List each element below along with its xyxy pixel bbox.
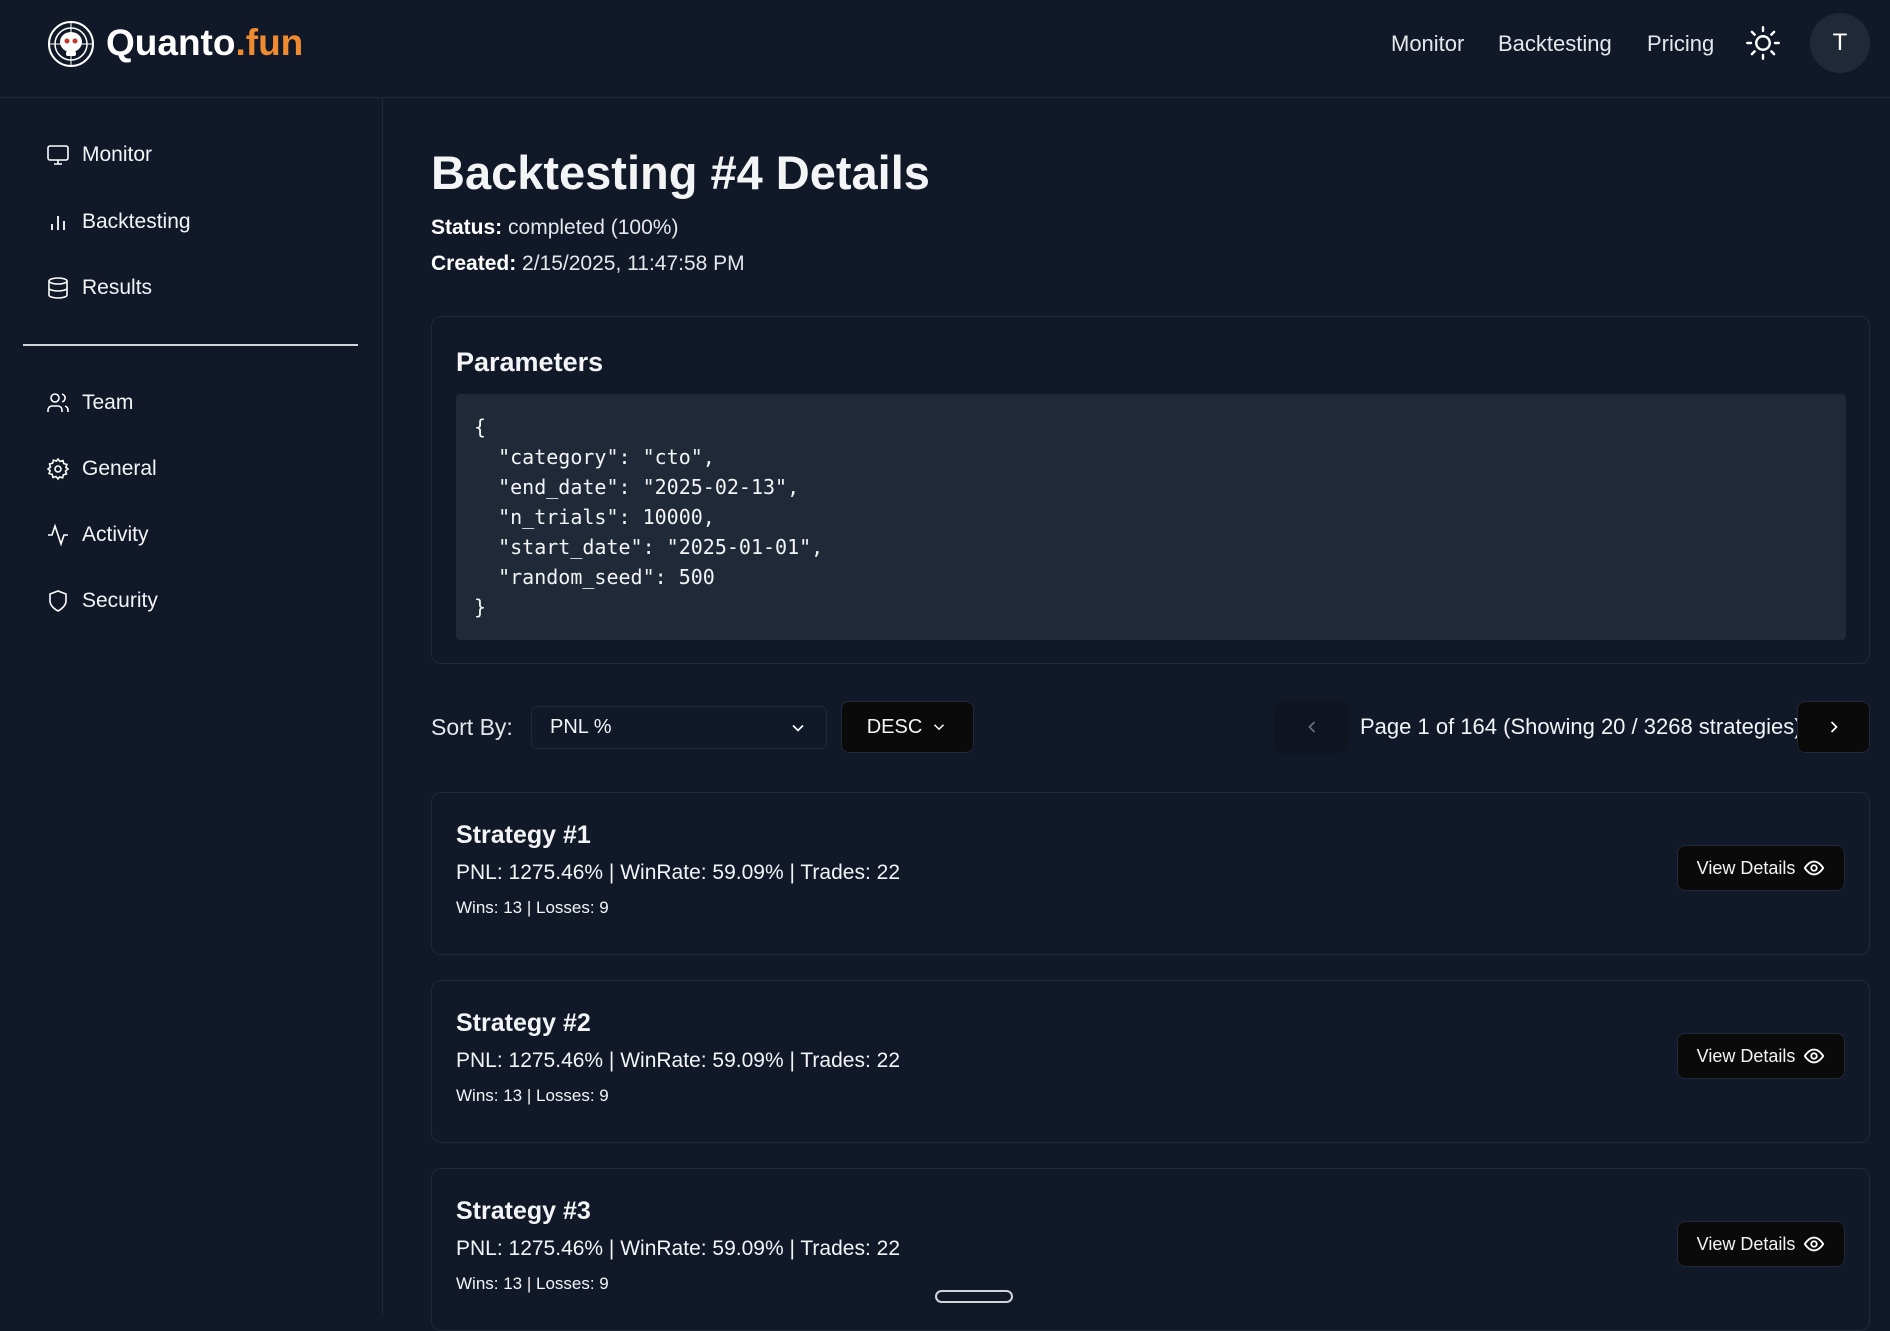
top-header: Quanto.fun Monitor Backtesting Pricing T <box>0 0 1890 98</box>
view-details-label: View Details <box>1696 1045 1796 1066</box>
created-line: Created: 2/15/2025, 11:47:58 PM <box>431 252 745 276</box>
eye-icon <box>1804 1048 1825 1064</box>
pagination-text: Page 1 of 164 (Showing 20 / 3268 strateg… <box>1360 714 1802 739</box>
parameters-card: Parameters { "category": "cto", "end_dat… <box>431 316 1870 664</box>
page-title: Backtesting #4 Details <box>431 146 930 199</box>
user-avatar[interactable]: T <box>1810 13 1870 73</box>
status-label: Status: <box>431 216 503 239</box>
eye-icon <box>1804 860 1825 876</box>
sidebar-item-label: General <box>82 457 157 480</box>
parameters-code: { "category": "cto", "end_date": "2025-0… <box>456 394 1846 640</box>
strategy-title: Strategy #2 <box>456 1009 591 1037</box>
sidebar: Monitor Backtesting Results Team General… <box>0 98 383 1314</box>
strategy-wins-losses: Wins: 13 | Losses: 9 <box>456 1086 609 1105</box>
gear-icon <box>46 457 70 481</box>
chevron-right-icon <box>1830 721 1838 733</box>
created-value: 2/15/2025, 11:47:58 PM <box>522 252 745 275</box>
eye-icon <box>1804 1236 1825 1252</box>
sidebar-item-security[interactable]: Security <box>46 583 158 619</box>
strategy-title: Strategy #1 <box>456 821 591 849</box>
view-details-label: View Details <box>1696 857 1796 878</box>
strategy-title: Strategy #3 <box>456 1197 591 1225</box>
sidebar-item-label: Team <box>82 391 134 414</box>
sidebar-item-activity[interactable]: Activity <box>46 517 149 553</box>
sort-order-button[interactable]: DESC <box>841 701 974 753</box>
strategy-wins-losses: Wins: 13 | Losses: 9 <box>456 1274 609 1293</box>
view-details-button[interactable]: View Details <box>1677 1033 1845 1079</box>
sidebar-item-label: Monitor <box>82 143 153 166</box>
scroll-indicator[interactable] <box>935 1290 1013 1303</box>
nav-monitor[interactable]: Monitor <box>1391 31 1464 57</box>
sidebar-divider <box>23 344 358 346</box>
sidebar-item-label: Results <box>82 276 153 299</box>
prev-page-button[interactable] <box>1275 701 1348 753</box>
monitor-icon <box>47 145 69 165</box>
shield-icon <box>49 590 67 612</box>
chevron-left-icon <box>1307 721 1315 733</box>
sidebar-item-general[interactable]: General <box>46 451 157 487</box>
created-label: Created: <box>431 252 517 275</box>
sort-by-label: Sort By: <box>431 714 513 740</box>
view-details-button[interactable]: View Details <box>1677 1221 1845 1267</box>
status-value: completed (100%) <box>508 216 679 239</box>
strategy-card: Strategy #1 PNL: 1275.46% | WinRate: 59.… <box>431 792 1870 955</box>
sort-order-value: DESC <box>866 715 923 738</box>
theme-toggle-sun-icon[interactable] <box>1745 25 1781 61</box>
strategy-stats: PNL: 1275.46% | WinRate: 59.09% | Trades… <box>456 861 900 884</box>
next-page-button[interactable] <box>1797 701 1870 753</box>
parameters-title: Parameters <box>456 347 604 377</box>
users-icon <box>47 393 69 412</box>
sort-field-value: PNL % <box>550 716 612 738</box>
chevron-down-icon <box>934 724 945 731</box>
sidebar-item-team[interactable]: Team <box>46 385 133 421</box>
sidebar-item-monitor[interactable]: Monitor <box>46 137 152 173</box>
logo-icon <box>48 21 94 67</box>
sidebar-item-label: Activity <box>82 523 149 546</box>
database-icon <box>48 277 68 299</box>
brand-accent: .fun <box>235 22 304 63</box>
bar-chart-icon <box>51 216 65 230</box>
strategy-card: Strategy #2 PNL: 1275.46% | WinRate: 59.… <box>431 980 1870 1143</box>
brand-logo[interactable]: Quanto.fun <box>106 22 303 64</box>
nav-pricing[interactable]: Pricing <box>1647 31 1714 57</box>
activity-icon <box>48 523 68 547</box>
sidebar-item-label: Backtesting <box>82 210 191 233</box>
status-line: Status: completed (100%) <box>431 216 678 240</box>
nav-backtesting[interactable]: Backtesting <box>1498 31 1612 57</box>
sidebar-item-results[interactable]: Results <box>46 270 152 306</box>
chevron-down-icon <box>792 724 804 732</box>
view-details-label: View Details <box>1696 1233 1796 1254</box>
brand-name: Quanto <box>106 22 236 63</box>
strategy-stats: PNL: 1275.46% | WinRate: 59.09% | Trades… <box>456 1237 900 1260</box>
sidebar-item-backtesting[interactable]: Backtesting <box>46 204 191 240</box>
sidebar-item-label: Security <box>82 589 158 612</box>
strategy-card: Strategy #3 PNL: 1275.46% | WinRate: 59.… <box>431 1168 1870 1331</box>
strategy-wins-losses: Wins: 13 | Losses: 9 <box>456 898 609 917</box>
sort-field-select[interactable]: PNL % <box>531 706 827 749</box>
view-details-button[interactable]: View Details <box>1677 845 1845 891</box>
strategy-stats: PNL: 1275.46% | WinRate: 59.09% | Trades… <box>456 1049 900 1072</box>
